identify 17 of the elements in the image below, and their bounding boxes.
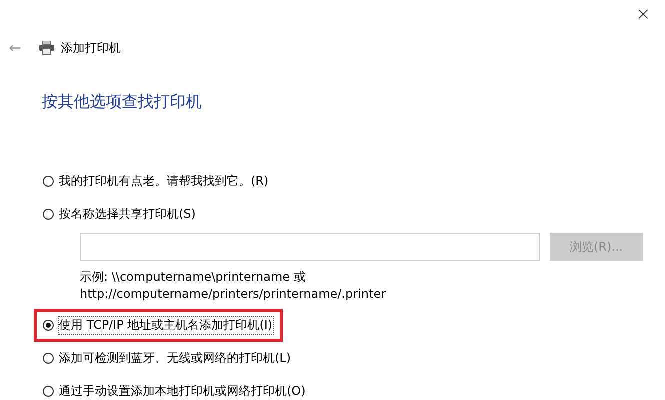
option-label[interactable]: 通过手动设置添加本地打印机或网络打印机(O) [58, 382, 307, 400]
example-text: http://computername/printers/printername/.printer [80, 286, 386, 303]
radio-button[interactable] [43, 209, 54, 220]
option-label[interactable]: 我的打印机有点老。请帮我找到它。(R) [58, 172, 270, 191]
printer-name-field[interactable] [80, 233, 540, 261]
option-label[interactable]: 使用 TCP/IP 地址或主机名添加打印机(I) [58, 316, 274, 335]
page-heading: 按其他选项查找打印机 [42, 92, 203, 113]
option-label[interactable]: 添加可检测到蓝牙、无线或网络的打印机(L) [58, 349, 292, 368]
option-label[interactable]: 按名称选择共享打印机(S) [58, 205, 197, 224]
radio-button[interactable] [43, 353, 54, 364]
window-title: 添加打印机 [61, 40, 121, 56]
example-text: 示例: \\computername\printername 或 [80, 269, 306, 286]
radio-button[interactable] [43, 320, 54, 331]
printer-icon [39, 41, 55, 55]
radio-button[interactable] [43, 386, 54, 397]
close-button[interactable]: × [636, 0, 651, 30]
radio-button[interactable] [43, 176, 54, 187]
